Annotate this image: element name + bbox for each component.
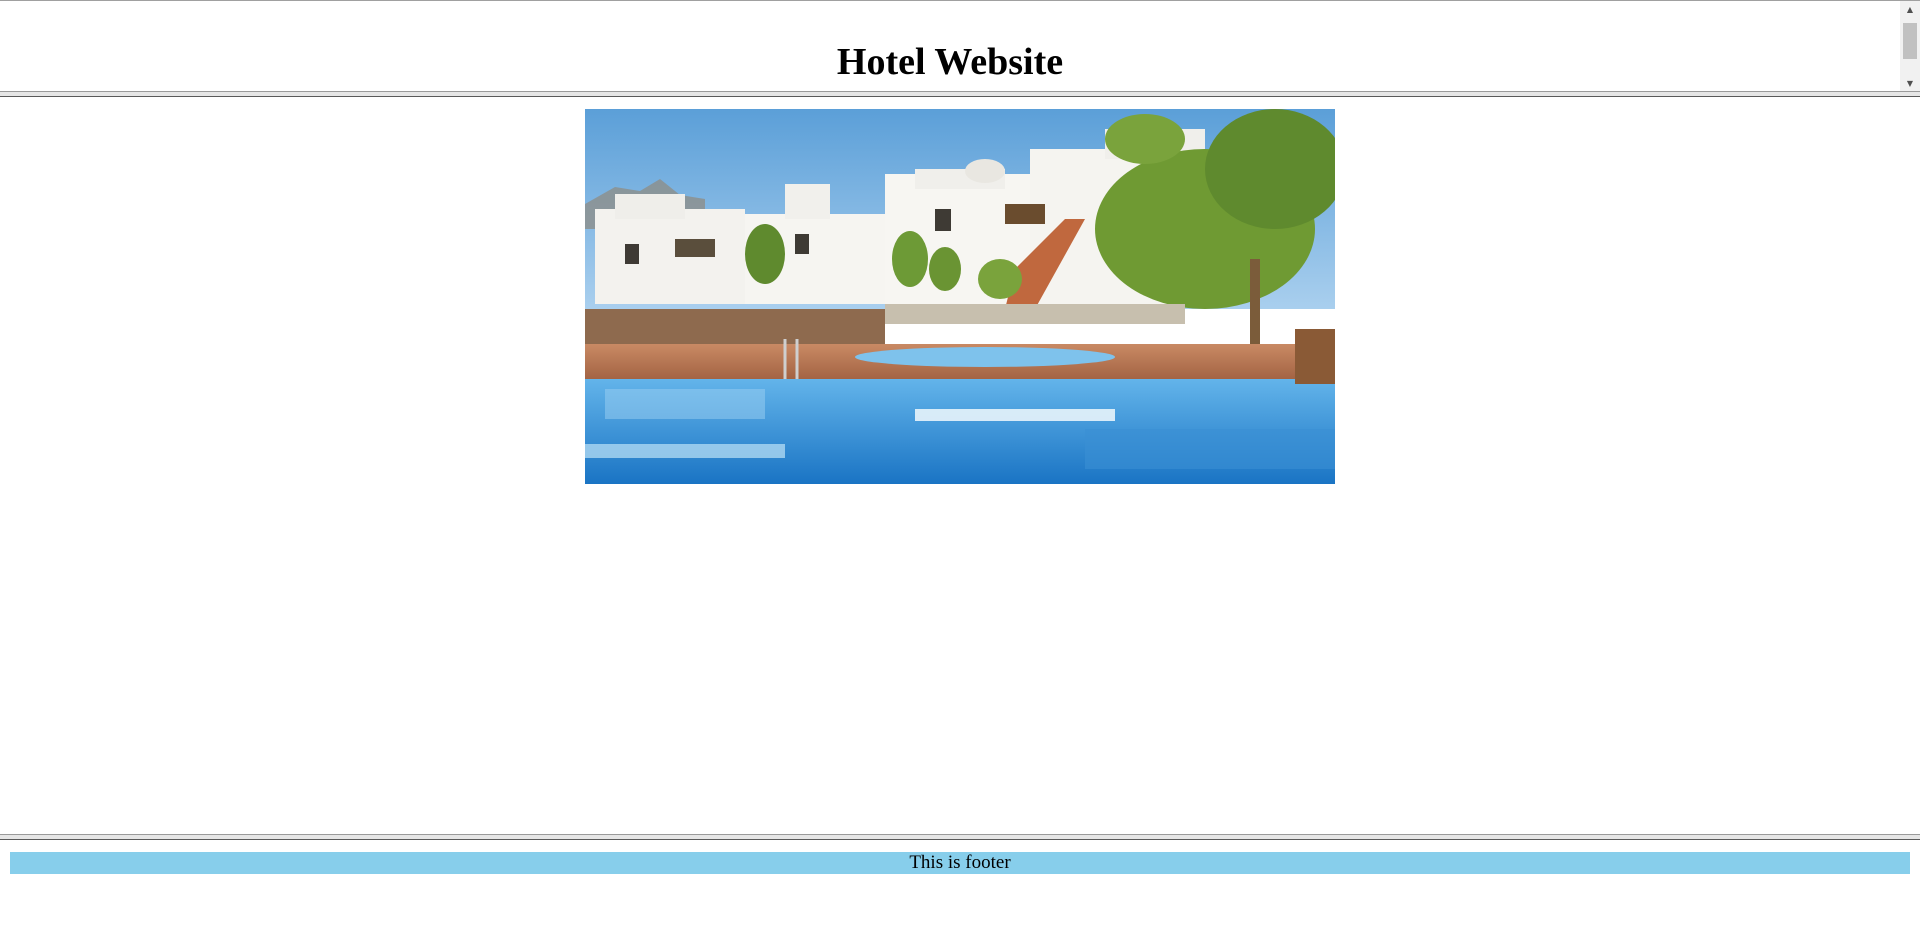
scroll-thumb[interactable] <box>1903 23 1917 59</box>
footer-frame: This is footer <box>0 840 1920 930</box>
header-frame: Hotel Website ▲ ▼ <box>0 0 1920 92</box>
main-frame <box>0 97 1920 834</box>
page-title: Hotel Website <box>836 41 1064 83</box>
scroll-down-arrow-icon[interactable]: ▼ <box>1900 75 1920 92</box>
footer-text: This is footer <box>10 852 1910 874</box>
hotel-pool-image <box>585 109 1335 484</box>
scroll-up-arrow-icon[interactable]: ▲ <box>1900 1 1920 18</box>
header-scrollbar[interactable]: ▲ ▼ <box>1900 1 1920 92</box>
